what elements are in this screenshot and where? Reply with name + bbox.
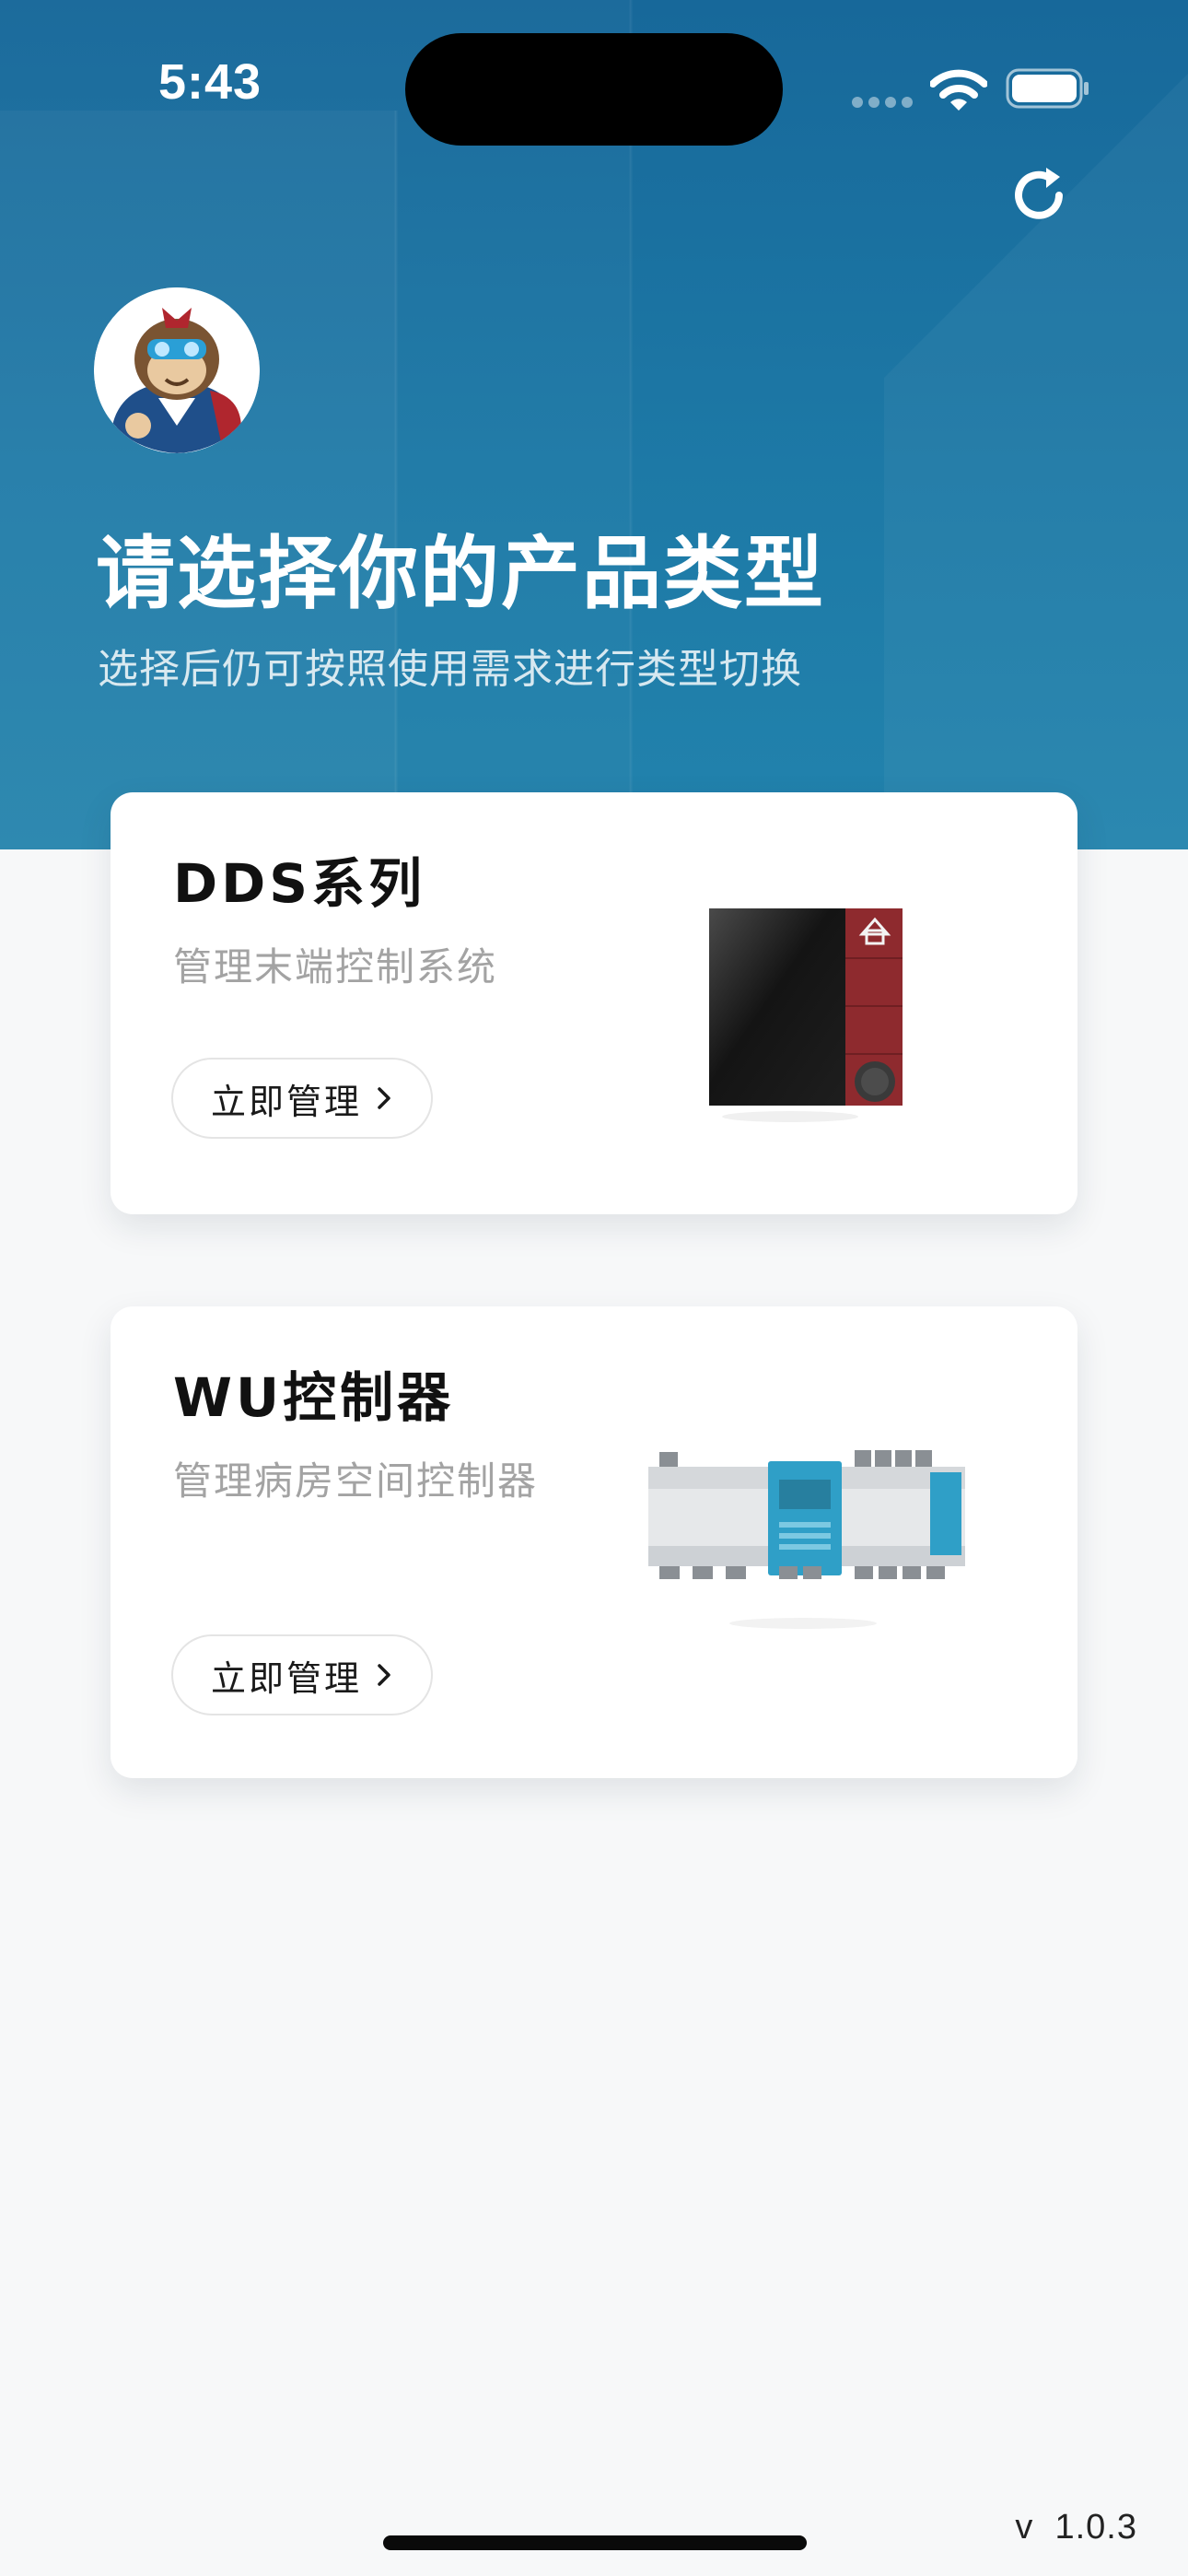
wu-controller-device-image <box>648 1450 965 1629</box>
cellular-signal-icon <box>852 97 913 108</box>
card-title: WU控制器 <box>173 1366 455 1429</box>
battery-icon <box>1006 68 1089 109</box>
card-description: 管理病房空间控制器 <box>173 1458 539 1504</box>
dynamic-island <box>405 33 783 146</box>
product-card-dds[interactable]: DDS系列 管理末端控制系统 立即管理 <box>111 792 1077 1214</box>
app-version: v 1.0.3 <box>1015 2508 1137 2547</box>
chevron-right-icon <box>378 1087 390 1109</box>
page-subtitle: 选择后仍可按照使用需求进行类型切换 <box>98 646 802 693</box>
card-description: 管理末端控制系统 <box>173 944 498 989</box>
header-banner: 5:43 请选择你的产品类型 选择后仍可按照使用需求进行类型切换 <box>0 0 1188 849</box>
avatar[interactable] <box>94 287 260 453</box>
status-time: 5:43 <box>158 54 262 110</box>
manage-button-wu[interactable]: 立即管理 <box>171 1634 433 1715</box>
chevron-right-icon <box>378 1664 390 1686</box>
dds-panel-device-image <box>709 908 903 1122</box>
monkey-mascot-icon <box>94 287 260 453</box>
manage-button-dds[interactable]: 立即管理 <box>171 1058 433 1139</box>
card-title: DDS系列 <box>173 852 426 915</box>
page-title: 请选择你的产品类型 <box>96 528 825 620</box>
manage-button-label: 立即管理 <box>210 1657 362 1699</box>
manage-button-label: 立即管理 <box>210 1081 362 1122</box>
home-indicator[interactable] <box>383 2535 807 2550</box>
wifi-icon <box>930 69 987 111</box>
refresh-icon[interactable] <box>1006 160 1074 228</box>
product-card-wu[interactable]: WU控制器 管理病房空间控制器 立即管理 <box>111 1306 1077 1778</box>
